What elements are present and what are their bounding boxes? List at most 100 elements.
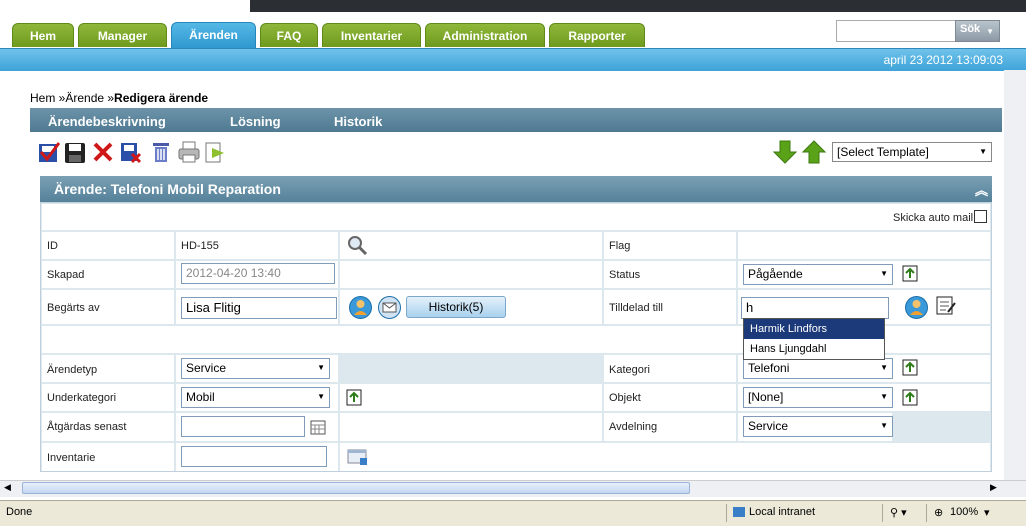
save-delete-icon[interactable]	[120, 140, 142, 164]
search-input[interactable]	[836, 20, 956, 42]
divider	[726, 504, 727, 522]
tab-administration[interactable]: Administration	[425, 23, 545, 47]
skapad-field: 2012-04-20 13:40	[181, 263, 335, 284]
inventarie-input[interactable]	[181, 446, 327, 467]
tab-rapporter[interactable]: Rapporter	[549, 23, 645, 47]
status-bar: Done Local intranet ⚲ ▾ ⊕ 100% ▾	[0, 500, 1026, 526]
breadcrumb-hem[interactable]: Hem »	[30, 91, 65, 105]
save-close-icon[interactable]	[38, 140, 60, 164]
divider	[926, 504, 927, 522]
cell	[42, 232, 174, 259]
scroll-right-icon[interactable]: ▶	[990, 482, 1004, 494]
historik-button[interactable]: Historik(5)	[406, 296, 506, 318]
cell	[340, 232, 602, 259]
auto-mail-row	[42, 204, 990, 230]
status-text: Done	[6, 506, 33, 518]
mail-icon[interactable]	[377, 295, 402, 320]
atgardas-date-input[interactable]	[181, 416, 305, 437]
auto-mail-label: Skicka auto mail	[893, 212, 974, 224]
zoom-chevron-icon[interactable]: ▾	[984, 506, 990, 519]
zoom-level[interactable]: 100%	[950, 506, 978, 518]
new-doc-icon[interactable]	[901, 388, 920, 407]
print-icon[interactable]	[178, 140, 200, 164]
intranet-icon	[733, 507, 745, 517]
subnav-losning[interactable]: Lösning	[230, 114, 281, 129]
auto-mail-checkbox[interactable]	[974, 210, 987, 223]
objekt-select[interactable]: [None]	[743, 387, 893, 408]
cell	[340, 443, 990, 471]
security-icon[interactable]: ⚲ ▾	[890, 506, 907, 519]
breadcrumb-current: Redigera ärende	[114, 91, 209, 105]
zone-text: Local intranet	[749, 506, 816, 518]
inventarie-label: Inventarie	[47, 452, 96, 464]
datetime-text: april 23 2012 13:09:03	[883, 53, 1003, 67]
cell	[340, 413, 602, 441]
tab-faq[interactable]: FAQ	[260, 23, 318, 47]
arendetyp-label: Ärendetyp	[47, 364, 98, 376]
arrow-down-icon[interactable]	[773, 140, 797, 164]
template-select[interactable]: [Select Template]	[832, 142, 992, 162]
kategori-select[interactable]: Telefoni	[743, 358, 893, 379]
arendetyp-select[interactable]: Service	[181, 358, 330, 379]
magnifier-icon[interactable]	[346, 234, 368, 256]
begarts-input[interactable]: Lisa Flitig	[181, 297, 337, 319]
cell	[340, 384, 602, 411]
tilldelad-label: Tilldelad till	[609, 302, 664, 314]
breadcrumb-arende[interactable]: Ärende »	[65, 91, 114, 105]
atgardas-label: Åtgärdas senast	[47, 421, 127, 433]
new-doc-icon[interactable]	[901, 358, 920, 377]
new-doc-icon[interactable]	[345, 388, 364, 407]
flag-label: Flag	[609, 240, 631, 252]
edit-note-icon[interactable]	[935, 295, 957, 317]
export-icon[interactable]	[204, 140, 226, 164]
panel-header: Ärende: Telefoni Mobil Reparation ︽	[40, 176, 992, 202]
user-icon[interactable]	[348, 295, 373, 320]
close-icon[interactable]	[92, 140, 114, 164]
save-icon[interactable]	[64, 140, 86, 164]
panel-title: Ärende: Telefoni Mobil Reparation	[54, 181, 281, 197]
scroll-left-icon[interactable]: ◀	[4, 482, 18, 494]
underkategori-select[interactable]: Mobil	[181, 387, 330, 408]
scrollbar-thumb[interactable]	[22, 482, 690, 494]
search-button[interactable]: Sök ▼	[955, 20, 1000, 42]
collapse-icon[interactable]: ︽	[975, 180, 988, 199]
avdelning-select[interactable]: Service	[743, 416, 893, 437]
kategori-label: Kategori	[609, 364, 650, 376]
trash-icon[interactable]	[150, 140, 172, 164]
chevron-down-icon: ▼	[986, 27, 994, 36]
tab-inventarier[interactable]: Inventarier	[322, 23, 421, 47]
tab-hem[interactable]: Hem	[12, 23, 74, 47]
new-doc-icon[interactable]	[901, 264, 920, 283]
arrow-up-icon[interactable]	[802, 140, 826, 164]
avdelning-label: Avdelning	[609, 421, 658, 433]
sub-navigation: Ärendebeskrivning Lösning Historik	[30, 108, 1002, 132]
assignee-autocomplete: Harmik Lindfors Hans Ljungdahl	[743, 318, 885, 360]
subnav-historik[interactable]: Historik	[334, 114, 382, 129]
cell	[738, 232, 990, 259]
subnav-arendebeskrivning[interactable]: Ärendebeskrivning	[48, 114, 166, 129]
divider	[882, 504, 883, 522]
tab-manager[interactable]: Manager	[78, 23, 167, 47]
window-topbar	[0, 0, 1026, 12]
cell	[340, 261, 602, 288]
underkategori-label: Underkategori	[47, 392, 117, 404]
skapad-label: Skapad	[47, 269, 85, 281]
objekt-label: Objekt	[609, 392, 641, 404]
begarts-label: Begärts av	[47, 302, 100, 314]
inventory-lookup-icon[interactable]	[347, 448, 369, 466]
user-icon[interactable]	[904, 295, 929, 320]
tilldelad-input[interactable]: h	[741, 297, 889, 319]
zoom-icon[interactable]: ⊕	[934, 506, 943, 519]
autocomplete-option[interactable]: Harmik Lindfors	[744, 319, 884, 339]
date-bar	[0, 48, 1026, 71]
status-select[interactable]: Pågående	[743, 264, 893, 285]
search-button-label: Sök	[960, 23, 981, 35]
id-value: HD-155	[181, 240, 219, 252]
status-label: Status	[609, 269, 641, 281]
breadcrumb: Hem »Ärende »Redigera ärende	[30, 91, 208, 105]
tab-arenden[interactable]: Ärenden	[171, 22, 256, 49]
calendar-icon[interactable]	[310, 419, 326, 435]
autocomplete-option[interactable]: Hans Ljungdahl	[744, 339, 884, 359]
id-label: ID	[47, 240, 58, 252]
vertical-scrollbar[interactable]	[1004, 70, 1026, 480]
